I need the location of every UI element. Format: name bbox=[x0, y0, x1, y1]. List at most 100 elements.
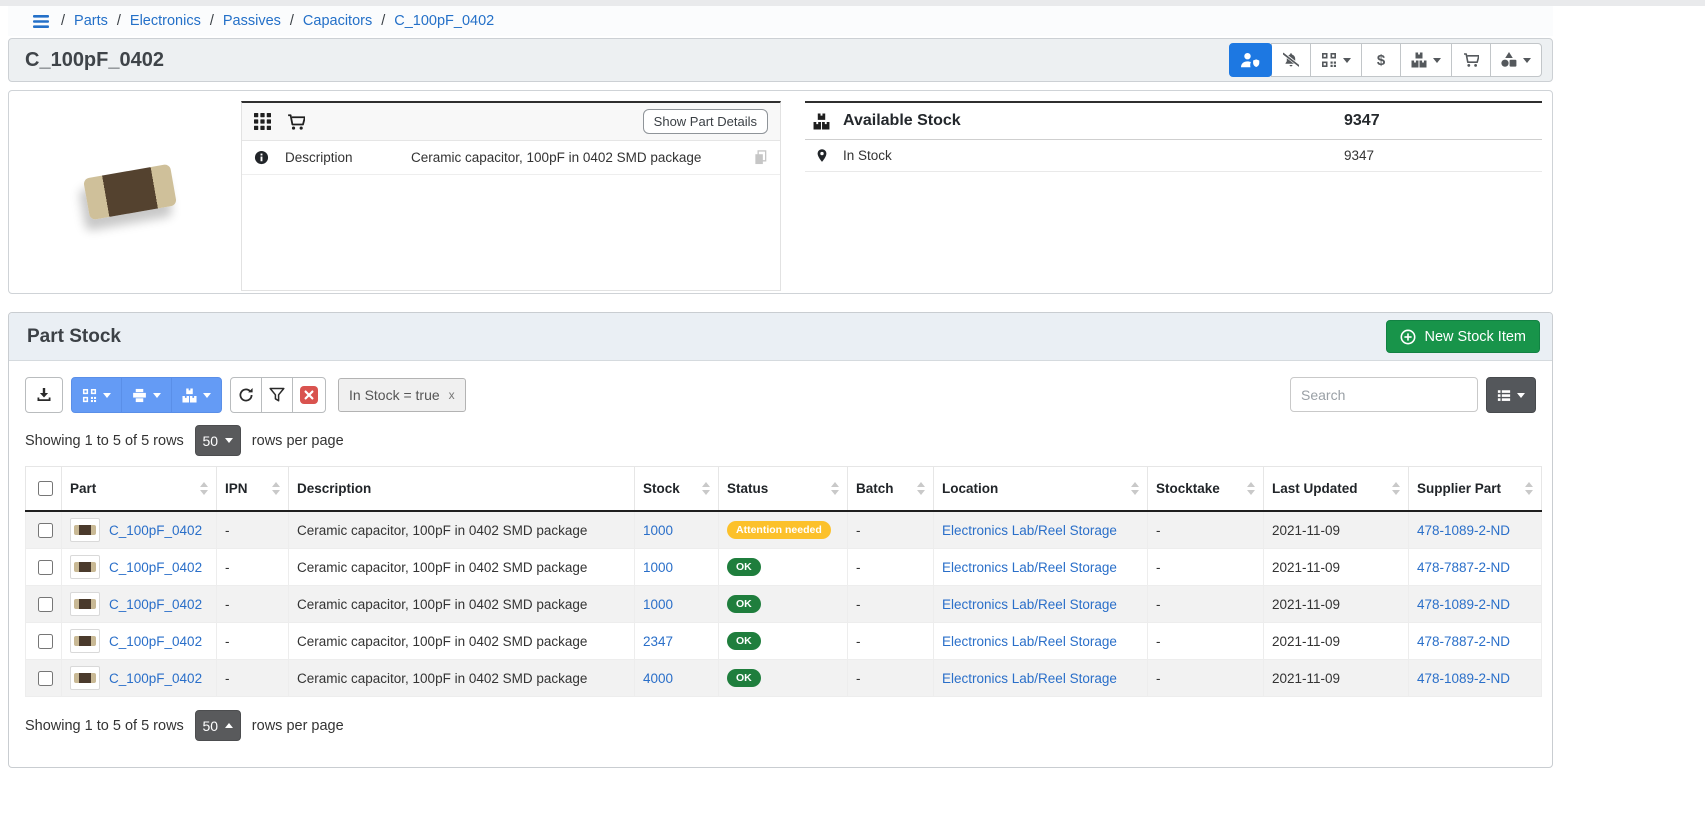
supplier-part-link[interactable]: 478-1089-2-ND bbox=[1417, 523, 1510, 538]
copy-button[interactable] bbox=[753, 150, 768, 165]
stock-link[interactable]: 1000 bbox=[643, 523, 673, 538]
cell-stocktake: - bbox=[1148, 586, 1264, 623]
col-stock[interactable]: Stock bbox=[635, 467, 719, 512]
showing-rows-text: Showing 1 to 5 of 5 rows bbox=[25, 433, 184, 449]
sort-icon bbox=[200, 482, 208, 495]
download-button[interactable] bbox=[25, 377, 63, 413]
part-link[interactable]: C_100pF_0402 bbox=[109, 597, 202, 612]
row-checkbox[interactable] bbox=[38, 597, 53, 612]
cart-icon[interactable] bbox=[287, 113, 305, 131]
table-row: C_100pF_0402 - Ceramic capacitor, 100pF … bbox=[26, 660, 1542, 697]
page-size-value: 50 bbox=[203, 718, 219, 734]
breadcrumb-link[interactable]: Parts bbox=[74, 13, 108, 29]
refresh-button[interactable] bbox=[230, 377, 262, 413]
clear-filters-button[interactable] bbox=[292, 377, 326, 413]
stock-options-button[interactable] bbox=[171, 377, 222, 413]
supplier-part-link[interactable]: 478-7887-2-ND bbox=[1417, 634, 1510, 649]
supplier-part-link[interactable]: 478-1089-2-ND bbox=[1417, 671, 1510, 686]
sort-icon bbox=[831, 482, 839, 495]
subscribe-button[interactable] bbox=[1229, 43, 1272, 77]
stock-link[interactable]: 4000 bbox=[643, 671, 673, 686]
cell-last-updated: 2021-11-09 bbox=[1264, 511, 1409, 549]
part-link[interactable]: C_100pF_0402 bbox=[109, 560, 202, 575]
cell-stocktake: - bbox=[1148, 511, 1264, 549]
print-button[interactable] bbox=[121, 377, 172, 413]
col-ipn[interactable]: IPN bbox=[217, 467, 289, 512]
boxes-icon bbox=[1411, 52, 1427, 68]
rows-per-page-text: rows per page bbox=[252, 718, 344, 734]
breadcrumb-link[interactable]: Passives bbox=[223, 13, 281, 29]
select-all-checkbox[interactable] bbox=[38, 481, 53, 496]
barcode-table-button[interactable] bbox=[71, 377, 122, 413]
stock-actions-button[interactable] bbox=[1400, 43, 1452, 77]
grid-icon[interactable] bbox=[254, 113, 271, 130]
search-input[interactable] bbox=[1290, 377, 1478, 412]
pricing-button[interactable]: $ bbox=[1361, 43, 1401, 77]
row-checkbox[interactable] bbox=[38, 523, 53, 538]
stock-link[interactable]: 1000 bbox=[643, 560, 673, 575]
col-supplier-part[interactable]: Supplier Part bbox=[1409, 467, 1542, 512]
filter-button[interactable] bbox=[261, 377, 293, 413]
in-stock-value: 9347 bbox=[1344, 148, 1534, 163]
stock-link[interactable]: 1000 bbox=[643, 597, 673, 612]
new-stock-item-button[interactable]: New Stock Item bbox=[1386, 320, 1540, 353]
col-status[interactable]: Status bbox=[719, 467, 848, 512]
breadcrumb-link[interactable]: Electronics bbox=[130, 13, 201, 29]
col-stocktake[interactable]: Stocktake bbox=[1148, 467, 1264, 512]
barcode-actions-button[interactable] bbox=[1310, 43, 1362, 77]
breadcrumb-separator: / bbox=[61, 13, 65, 29]
user-shield-icon bbox=[1240, 52, 1261, 68]
supplier-part-link[interactable]: 478-1089-2-ND bbox=[1417, 597, 1510, 612]
purchase-button[interactable] bbox=[1451, 43, 1491, 77]
part-thumbnail bbox=[70, 592, 100, 616]
col-location[interactable]: Location bbox=[934, 467, 1148, 512]
col-last-updated[interactable]: Last Updated bbox=[1264, 467, 1409, 512]
page-size-dropdown[interactable]: 50 bbox=[195, 710, 241, 741]
location-link[interactable]: Electronics Lab/Reel Storage bbox=[942, 560, 1117, 575]
supplier-part-link[interactable]: 478-7887-2-ND bbox=[1417, 560, 1510, 575]
col-part[interactable]: Part bbox=[62, 467, 217, 512]
part-actions-button[interactable] bbox=[1490, 43, 1542, 77]
part-link[interactable]: C_100pF_0402 bbox=[109, 671, 202, 686]
part-stock-card: Part Stock New Stock Item bbox=[8, 312, 1553, 768]
location-link[interactable]: Electronics Lab/Reel Storage bbox=[942, 671, 1117, 686]
cell-select bbox=[26, 511, 62, 549]
breadcrumb-separator: / bbox=[381, 13, 385, 29]
cell-supplier-part: 478-1089-2-ND bbox=[1409, 511, 1542, 549]
part-link[interactable]: C_100pF_0402 bbox=[109, 634, 202, 649]
page-size-dropdown[interactable]: 50 bbox=[195, 425, 241, 456]
description-row: Description Ceramic capacitor, 100pF in … bbox=[242, 141, 780, 175]
col-description[interactable]: Description bbox=[289, 467, 635, 512]
cell-status: OK bbox=[719, 660, 848, 697]
breadcrumb-link[interactable]: Capacitors bbox=[303, 13, 372, 29]
chevron-down-icon bbox=[1433, 58, 1441, 63]
notifications-off-button[interactable] bbox=[1271, 43, 1311, 77]
row-checkbox[interactable] bbox=[38, 634, 53, 649]
dollar-icon: $ bbox=[1377, 52, 1385, 69]
location-link[interactable]: Electronics Lab/Reel Storage bbox=[942, 597, 1117, 612]
columns-button[interactable] bbox=[1486, 377, 1536, 413]
location-link[interactable]: Electronics Lab/Reel Storage bbox=[942, 523, 1117, 538]
filter-chip-close-button[interactable]: x bbox=[449, 388, 455, 402]
capacitor-thumb-image bbox=[74, 599, 96, 609]
part-image[interactable] bbox=[19, 97, 241, 287]
breadcrumb-link[interactable]: C_100pF_0402 bbox=[394, 13, 494, 29]
qrcode-icon bbox=[82, 388, 97, 403]
stock-table-body: C_100pF_0402 - Ceramic capacitor, 100pF … bbox=[26, 511, 1542, 697]
location-link[interactable]: Electronics Lab/Reel Storage bbox=[942, 634, 1117, 649]
sort-icon bbox=[1247, 482, 1255, 495]
cell-description: Ceramic capacitor, 100pF in 0402 SMD pac… bbox=[289, 623, 635, 660]
sidebar-toggle-button[interactable] bbox=[32, 14, 50, 29]
available-stock-panel: Available Stock 9347 In Stock 9347 bbox=[805, 101, 1542, 172]
status-badge: OK bbox=[727, 669, 761, 688]
show-part-details-button[interactable]: Show Part Details bbox=[643, 109, 768, 134]
row-checkbox[interactable] bbox=[38, 560, 53, 575]
col-batch[interactable]: Batch bbox=[848, 467, 934, 512]
cell-ipn: - bbox=[217, 623, 289, 660]
row-checkbox[interactable] bbox=[38, 671, 53, 686]
part-link[interactable]: C_100pF_0402 bbox=[109, 523, 202, 538]
cell-select bbox=[26, 660, 62, 697]
capacitor-thumb-image bbox=[74, 673, 96, 683]
stock-link[interactable]: 2347 bbox=[643, 634, 673, 649]
sort-icon bbox=[272, 482, 280, 495]
